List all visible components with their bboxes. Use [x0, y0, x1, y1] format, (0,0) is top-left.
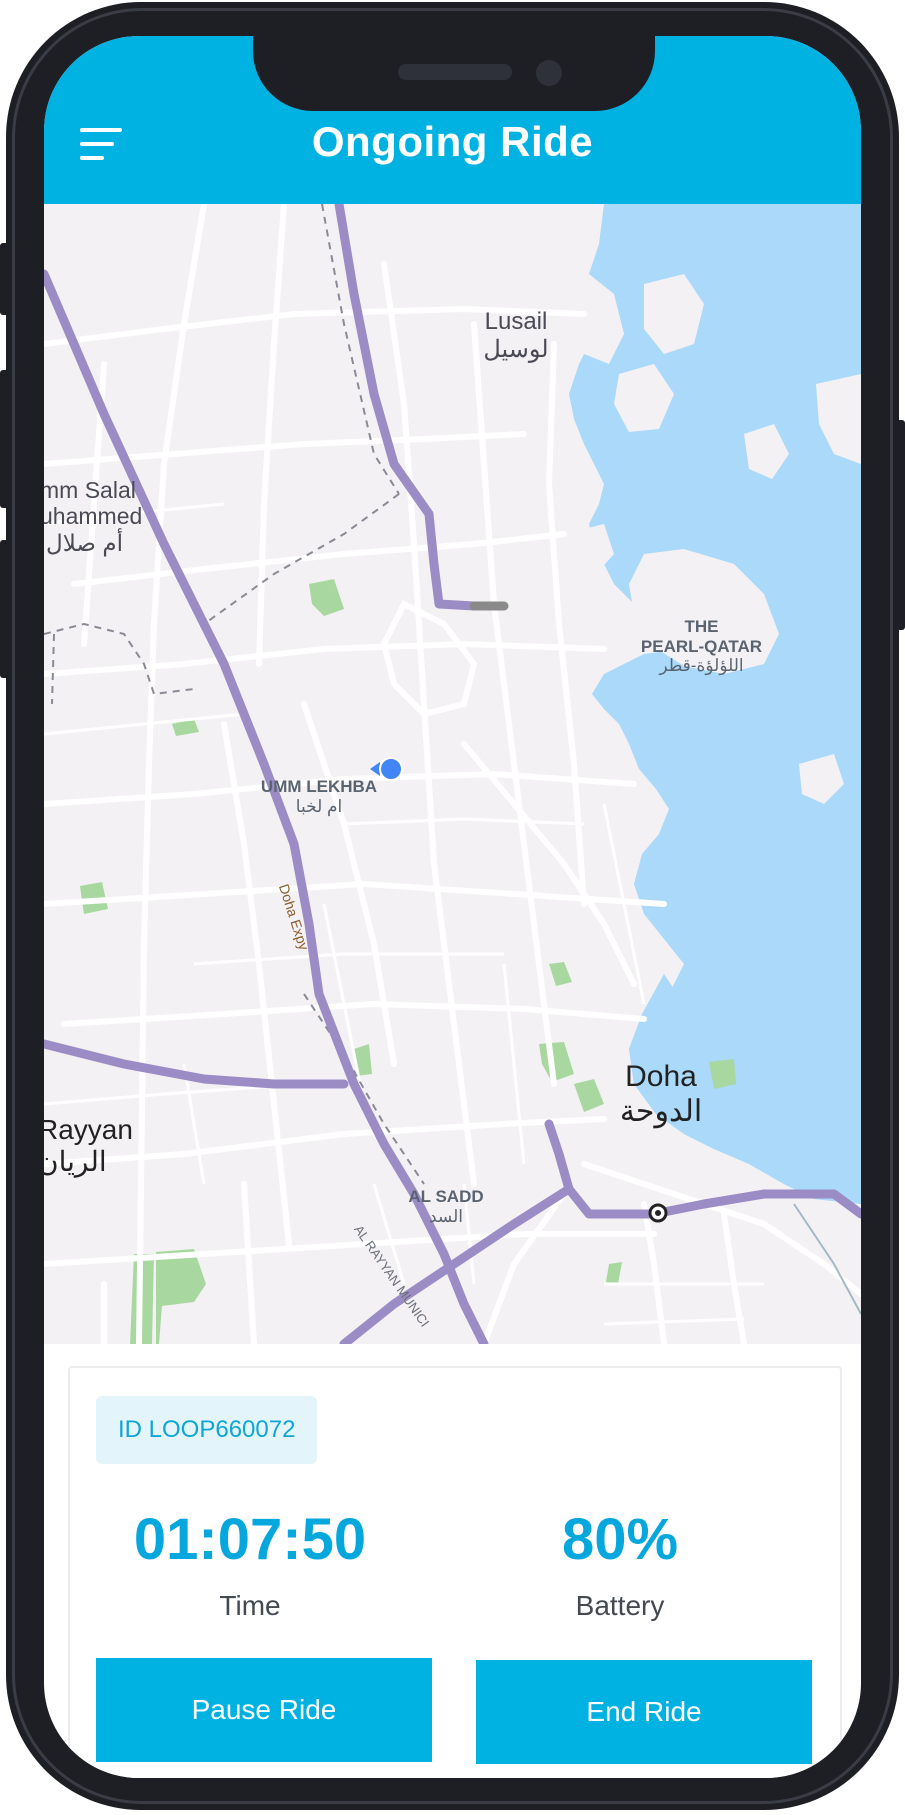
side-button-left-3	[0, 540, 10, 678]
map-label-rayyan: Rayyan الريان	[44, 1114, 133, 1178]
side-button-left-1	[0, 243, 10, 315]
ride-time-value: 01:07:50	[133, 1507, 367, 1572]
map-label-pearl-qatar: THE PEARL-QATAR اللؤلؤة-قطر	[640, 617, 763, 676]
side-button-right	[895, 420, 905, 630]
phone-notch	[253, 36, 655, 111]
map-label-al-sadd: AL SADD السد	[408, 1187, 484, 1226]
battery-label: Battery	[575, 1590, 665, 1621]
end-ride-button[interactable]: End Ride	[476, 1660, 812, 1764]
speaker-grille	[398, 64, 512, 80]
ride-id-badge: ID LOOP660072	[96, 1396, 318, 1464]
map-label-umm-lekhba: UMM LEKHBA ام لخبا	[260, 777, 378, 816]
ride-time-label: Time	[219, 1590, 281, 1621]
page-title: Ongoing Ride	[311, 118, 594, 165]
battery-value: 80%	[561, 1507, 679, 1572]
pause-ride-button[interactable]: Pause Ride	[96, 1658, 432, 1762]
ride-info-card: ID LOOP660072 01:07:50 Time 80% Battery …	[68, 1366, 842, 1778]
app-screen: Ongoing Ride Lusail لوسيل mm Salal uhamm…	[44, 36, 861, 1778]
map-label-lusail: Lusail لوسيل	[483, 308, 549, 363]
side-button-left-2	[0, 370, 10, 508]
map-label-umm-salal: mm Salal uhammed أم صلال	[44, 477, 143, 556]
ride-map[interactable]: Lusail لوسيل mm Salal uhammed أم صلال TH…	[44, 204, 861, 1344]
front-camera	[536, 60, 562, 86]
city-center-marker	[648, 1203, 668, 1223]
map-label-doha: Doha الدوحة	[619, 1060, 703, 1128]
